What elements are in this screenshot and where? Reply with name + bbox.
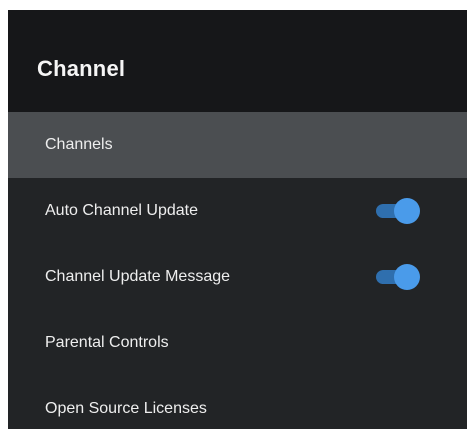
toggle-knob bbox=[394, 198, 420, 224]
menu-item-parental-controls[interactable]: Parental Controls bbox=[8, 310, 467, 376]
settings-panel: Channel Channels Auto Channel Update Cha… bbox=[8, 10, 467, 429]
page-title: Channel bbox=[37, 56, 126, 81]
toggle-knob bbox=[394, 264, 420, 290]
auto-channel-update-toggle[interactable] bbox=[376, 198, 420, 224]
settings-menu: Channels Auto Channel Update Channel Upd… bbox=[8, 112, 467, 429]
menu-item-open-source-licenses[interactable]: Open Source Licenses bbox=[8, 376, 467, 429]
menu-item-label: Channel Update Message bbox=[45, 268, 231, 285]
panel-header: Channel bbox=[8, 10, 467, 112]
menu-item-label: Auto Channel Update bbox=[45, 202, 198, 219]
menu-item-auto-channel-update[interactable]: Auto Channel Update bbox=[8, 178, 467, 244]
menu-item-channels[interactable]: Channels bbox=[8, 112, 467, 178]
menu-item-label: Parental Controls bbox=[45, 334, 169, 351]
channel-update-message-toggle[interactable] bbox=[376, 264, 420, 290]
menu-item-label: Channels bbox=[45, 136, 113, 153]
menu-item-channel-update-message[interactable]: Channel Update Message bbox=[8, 244, 467, 310]
menu-item-label: Open Source Licenses bbox=[45, 400, 207, 417]
